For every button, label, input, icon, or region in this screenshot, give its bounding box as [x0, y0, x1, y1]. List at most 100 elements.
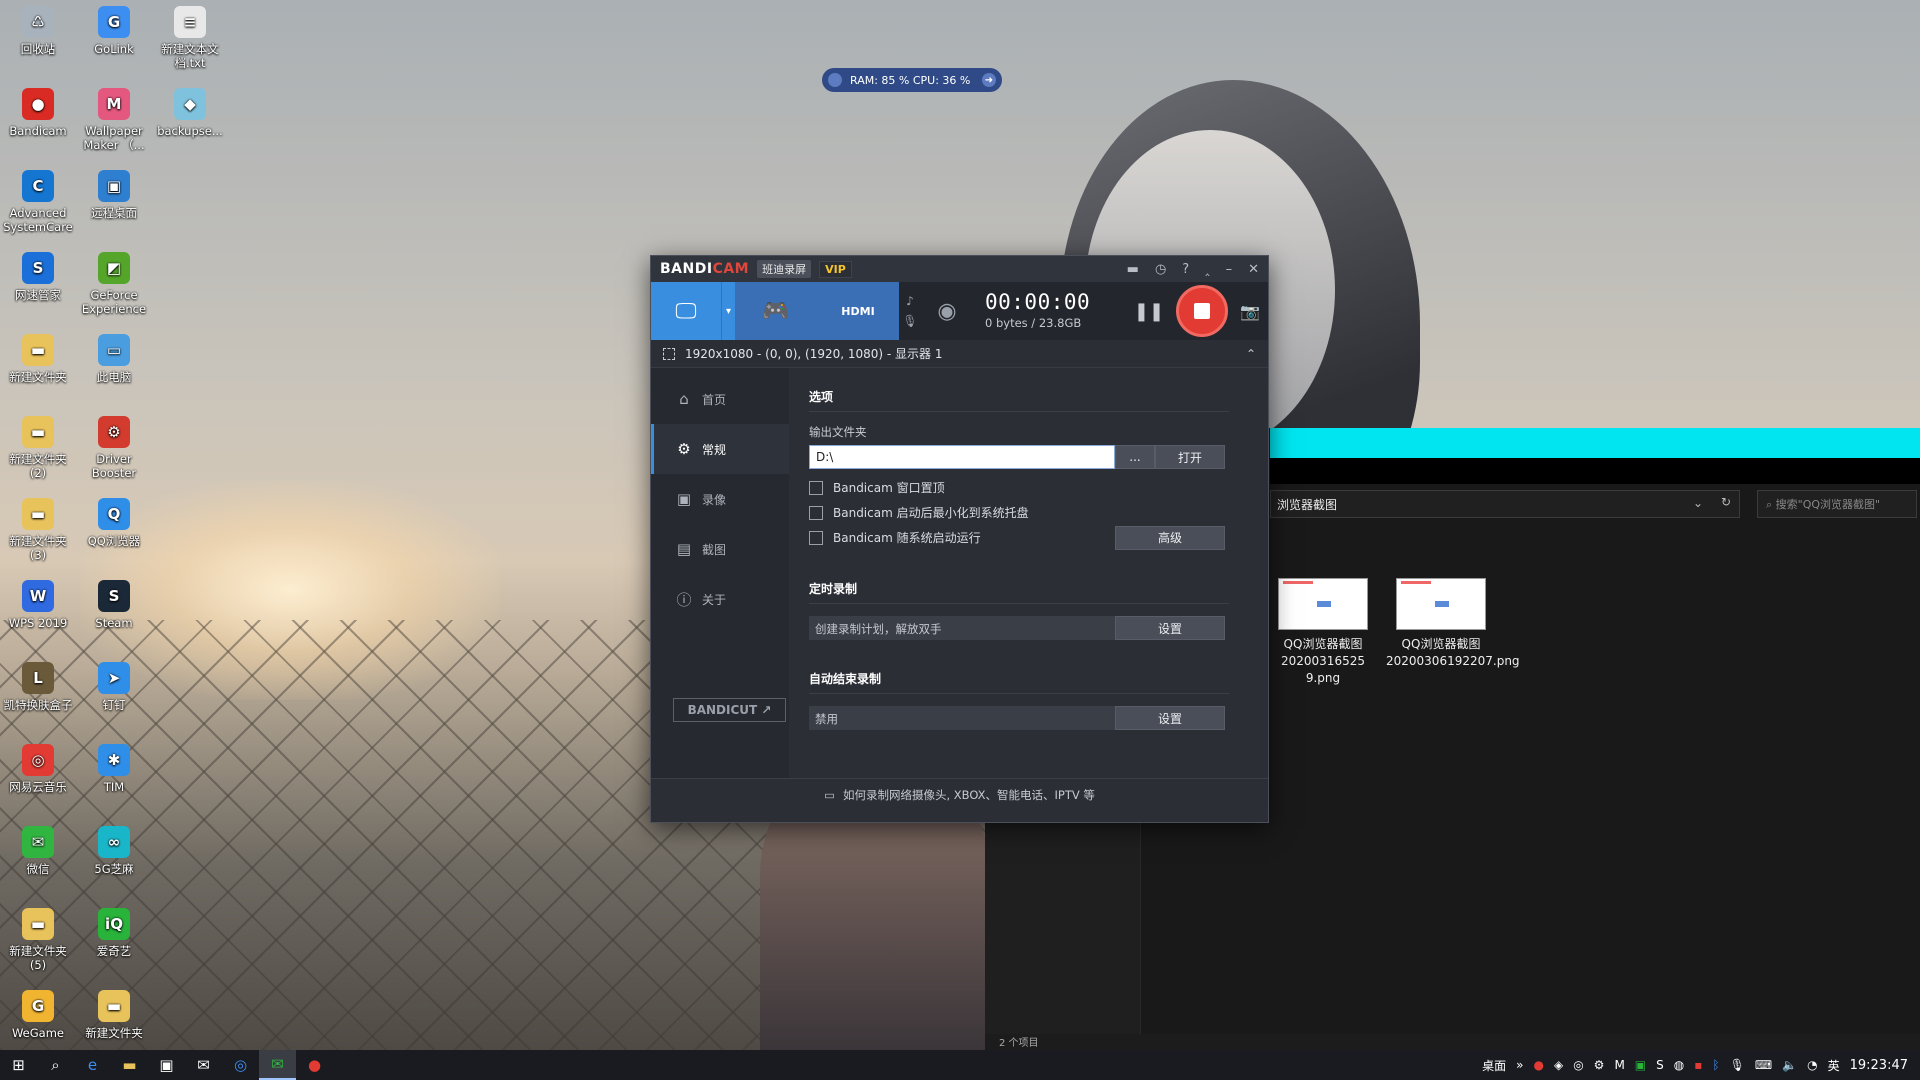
- desktop-icon[interactable]: ▬ 新建文件夹 (5): [0, 902, 76, 972]
- chevron-up-icon[interactable]: ⌃: [1246, 347, 1256, 361]
- clock-icon[interactable]: ◷: [1155, 262, 1166, 277]
- desktop-icon[interactable]: ◆ backupse...: [152, 82, 228, 138]
- volume-icon[interactable]: 🔈: [1782, 1058, 1797, 1072]
- checkbox[interactable]: [809, 530, 823, 545]
- pause-button[interactable]: ❚❚: [1134, 301, 1164, 322]
- autostop-settings-button[interactable]: 设置: [1115, 706, 1225, 730]
- speaker-icon[interactable]: ♪: [906, 294, 914, 308]
- wifi-icon[interactable]: ◔: [1807, 1058, 1817, 1072]
- tray-avatar-icon[interactable]: ◍: [1674, 1058, 1684, 1072]
- taskbar-store[interactable]: ▣: [148, 1050, 185, 1080]
- output-folder-input[interactable]: D:\: [809, 445, 1115, 469]
- taskbar-wechat[interactable]: ✉: [259, 1050, 296, 1080]
- desktop-icon[interactable]: ➤ 钉钉: [76, 656, 152, 712]
- tray-overflow-icon[interactable]: »: [1516, 1058, 1523, 1072]
- desktop-icon[interactable]: ◩ GeForce Experience: [76, 246, 152, 316]
- open-folder-button[interactable]: 打开: [1155, 445, 1225, 469]
- sidebar-item-about[interactable]: ⓘ 关于: [651, 574, 789, 624]
- bandicut-button[interactable]: BANDICUT ↗: [673, 698, 786, 722]
- schedule-settings-button[interactable]: 设置: [1115, 616, 1225, 640]
- webcam-button[interactable]: ◉: [921, 282, 973, 340]
- chevron-down-icon[interactable]: ⌄: [1693, 496, 1703, 510]
- minimize-icon[interactable]: –: [1226, 262, 1233, 277]
- desktop-icon[interactable]: ✉ 微信: [0, 820, 76, 876]
- tray-mic-icon[interactable]: 🎙: [1730, 1058, 1745, 1072]
- tray-record-icon[interactable]: ●: [1533, 1058, 1543, 1072]
- device-mode-button[interactable]: HDMI: [817, 282, 899, 340]
- desktop-icon[interactable]: W WPS 2019: [0, 574, 76, 630]
- checkbox-minimize-to-tray[interactable]: Bandicam 启动后最小化到系统托盘: [809, 500, 1250, 525]
- tips-bar[interactable]: ▭ 如何录制网络摄像头, XBOX、智能电话、IPTV 等: [651, 778, 1268, 810]
- overlay-arrow-icon[interactable]: ➜: [982, 73, 996, 87]
- performance-overlay[interactable]: RAM: 85 % CPU: 36 % ➜: [822, 68, 1002, 92]
- screen-mode-button[interactable]: 🖵: [651, 282, 721, 340]
- tray-driver-icon[interactable]: ▪: [1694, 1058, 1702, 1072]
- desktop-icon[interactable]: Q QQ浏览器: [76, 492, 152, 548]
- desktop-icon[interactable]: ▣ 远程桌面: [76, 164, 152, 220]
- desktop-icon[interactable]: ▬ 新建文件夹: [76, 984, 152, 1040]
- minimize-tray-icon[interactable]: ‸: [1205, 262, 1209, 277]
- start-button[interactable]: ⊞: [0, 1050, 37, 1080]
- desktop-icon[interactable]: G WeGame: [0, 984, 76, 1040]
- desktop-icon[interactable]: ♺ 回收站: [0, 0, 76, 56]
- address-bar[interactable]: 浏览器截图 ⌄ ↻: [1270, 490, 1740, 518]
- tray-steam-icon[interactable]: ⚙: [1594, 1058, 1605, 1072]
- refresh-icon[interactable]: ↻: [1721, 495, 1731, 509]
- explorer-search-input[interactable]: ⌕ 搜索"QQ浏览器截图": [1757, 490, 1917, 518]
- tray-keyboard-icon[interactable]: ⌨: [1755, 1058, 1772, 1072]
- desktop-icon[interactable]: G GoLink: [76, 0, 152, 56]
- clock[interactable]: 19:23:47: [1850, 1058, 1908, 1073]
- desktop-icon[interactable]: ● Bandicam: [0, 82, 76, 138]
- help-icon[interactable]: ?: [1182, 262, 1189, 277]
- sidebar-item-video[interactable]: ▣ 录像: [651, 474, 789, 524]
- microphone-icon[interactable]: 🎙: [902, 314, 917, 328]
- tray-m-icon[interactable]: M: [1614, 1058, 1624, 1072]
- close-icon[interactable]: ✕: [1248, 262, 1259, 277]
- input-language[interactable]: 英: [1828, 1057, 1840, 1074]
- taskbar-qq-browser[interactable]: ◎: [222, 1050, 259, 1080]
- region-bar[interactable]: 1920x1080 - (0, 0), (1920, 1080) - 显示器 1…: [651, 340, 1268, 368]
- desktop-icon[interactable]: M Wallpaper Maker （...: [76, 82, 152, 152]
- desktop-icon[interactable]: L 凯特换肤盒子: [0, 656, 76, 712]
- desktop-icon[interactable]: ▭ 此电脑: [76, 328, 152, 384]
- game-mode-button[interactable]: 🎮: [735, 282, 817, 340]
- file-item[interactable]: QQ浏览器截图20200316525 9.png: [1268, 578, 1378, 687]
- folder-icon[interactable]: ▬: [1127, 262, 1139, 277]
- search-button[interactable]: ⌕: [37, 1050, 74, 1080]
- desktop-icon[interactable]: S Steam: [76, 574, 152, 630]
- checkbox[interactable]: [809, 480, 823, 495]
- screenshot-camera-icon[interactable]: 📷: [1240, 302, 1260, 321]
- browse-button[interactable]: ...: [1115, 445, 1155, 469]
- checkbox-always-on-top[interactable]: Bandicam 窗口置顶: [809, 475, 1250, 500]
- tray-desktop-label[interactable]: 桌面: [1482, 1057, 1506, 1074]
- sidebar-item-image[interactable]: ▤ 截图: [651, 524, 789, 574]
- bandicam-titlebar[interactable]: BANDICAM 班迪录屏 VIP ▬ ◷ ? ‸ – ✕: [651, 256, 1268, 282]
- sidebar-item-home[interactable]: ⌂ 首页: [651, 374, 789, 424]
- desktop-icon[interactable]: ≡ 新建文本文档.txt: [152, 0, 228, 70]
- desktop-icon[interactable]: S 网速管家: [0, 246, 76, 302]
- taskbar-mail[interactable]: ✉: [185, 1050, 222, 1080]
- desktop-icon[interactable]: ▬ 新建文件夹 (2): [0, 410, 76, 480]
- taskbar-explorer[interactable]: ▬: [111, 1050, 148, 1080]
- desktop-icon[interactable]: ▬ 新建文件夹 (3): [0, 492, 76, 562]
- sidebar-item-general[interactable]: ⚙ 常规: [651, 424, 789, 474]
- bluetooth-icon[interactable]: ᛒ: [1712, 1058, 1719, 1072]
- tray-iqiyi-icon[interactable]: ▣: [1635, 1058, 1646, 1072]
- checkbox[interactable]: [809, 505, 823, 520]
- checkbox-run-on-startup[interactable]: Bandicam 随系统启动运行: [809, 525, 1115, 550]
- tray-qq-icon[interactable]: ◎: [1573, 1058, 1583, 1072]
- desktop-icon[interactable]: C Advanced SystemCare: [0, 164, 76, 234]
- screen-mode-dropdown[interactable]: ▾: [721, 282, 735, 340]
- desktop-icon[interactable]: ∞ 5G芝麻: [76, 820, 152, 876]
- taskbar-bandicam[interactable]: ●: [296, 1050, 333, 1080]
- stop-record-button[interactable]: [1176, 285, 1229, 337]
- desktop-icon[interactable]: iQ 爱奇艺: [76, 902, 152, 958]
- desktop-icon[interactable]: ⚙ Driver Booster: [76, 410, 152, 480]
- desktop-icon[interactable]: ▬ 新建文件夹: [0, 328, 76, 384]
- file-item[interactable]: QQ浏览器截图20200306192207.png: [1386, 578, 1520, 670]
- desktop-icon[interactable]: ◎ 网易云音乐: [0, 738, 76, 794]
- tray-network-manager-icon[interactable]: S: [1656, 1058, 1664, 1072]
- taskbar-edge[interactable]: e: [74, 1050, 111, 1080]
- desktop-icon[interactable]: ✱ TIM: [76, 738, 152, 794]
- vip-badge[interactable]: VIP: [819, 260, 852, 278]
